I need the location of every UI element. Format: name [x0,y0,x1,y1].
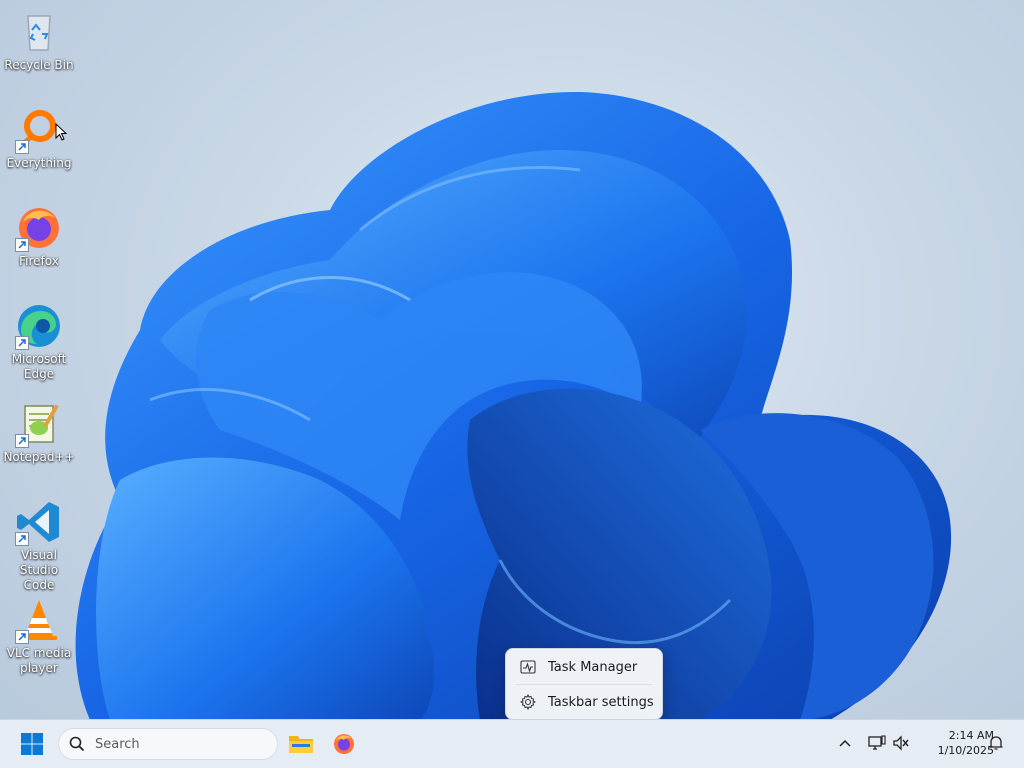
task-manager-icon [520,660,536,674]
taskbar-context-menu: Task Manager Taskbar settings [505,648,663,720]
menu-item-label: Task Manager [548,659,638,675]
gear-icon [520,694,536,710]
desktop-icon-recycle-bin[interactable]: Recycle Bin [3,8,75,73]
search-input[interactable] [93,733,267,755]
mouse-cursor-icon [55,123,67,141]
bell-icon [989,736,1003,750]
taskbar-search-box[interactable] [58,728,278,760]
desktop-icon-firefox[interactable]: Firefox [3,204,75,269]
shortcut-arrow-icon [15,238,29,252]
wallpaper-bloom [75,91,952,720]
taskbar-app-firefox[interactable] [326,728,362,760]
desktop-icon-label: Notepad++ [3,450,75,464]
clock-date: 1/10/2025 [937,744,994,757]
taskbar-clock[interactable]: 2:14 AM 1/10/2025 [918,728,994,758]
menu-item-label: Taskbar settings [548,694,654,710]
desktop-icon-notepad-plus-plus[interactable]: Notepad++ [3,400,75,465]
desktop-icon-label: VLC media player [6,646,72,675]
network-monitor-icon [868,735,886,750]
windows-logo-icon [21,733,43,755]
start-button[interactable] [12,728,52,760]
menu-item-task-manager[interactable]: Task Manager [510,652,658,682]
desktop-icon-microsoft-edge[interactable]: Microsoft Edge [3,302,75,382]
desktop-icon-label: Firefox [19,254,59,268]
chevron-up-icon [839,739,851,747]
vlc-icon [15,596,63,644]
shortcut-arrow-icon [15,532,29,546]
menu-item-taskbar-settings[interactable]: Taskbar settings [510,687,658,717]
volume-button[interactable] [890,732,912,754]
desktop-icon-label: Everything [6,156,72,170]
desktop-icon-label: Visual Studio Code [19,548,59,592]
taskbar: 2:14 AM 1/10/2025 [0,719,1024,768]
recycle-bin-icon [15,8,63,56]
desktop: Recycle Bin Everything Firefox Microsoft… [0,0,1024,720]
desktop-icon-label: Recycle Bin [4,58,74,72]
firefox-icon [334,734,354,754]
speaker-muted-icon [893,735,909,751]
folder-icon [289,736,313,753]
shortcut-arrow-icon [15,336,29,350]
taskbar-app-file-explorer[interactable] [283,728,319,760]
menu-divider [516,684,652,685]
firefox-icon [15,204,63,252]
notepad-plus-plus-icon [15,400,63,448]
notifications-button[interactable] [985,732,1007,754]
shortcut-arrow-icon [15,140,29,154]
vscode-icon [15,498,63,546]
desktop-icon-vlc[interactable]: VLC media player [3,596,75,676]
search-icon [69,736,85,752]
clock-time: 2:14 AM [948,729,994,742]
desktop-icon-vscode[interactable]: Visual Studio Code [3,498,75,593]
show-hidden-icons-button[interactable] [834,732,856,754]
shortcut-arrow-icon [15,630,29,644]
desktop-icon-label: Microsoft Edge [11,352,67,381]
shortcut-arrow-icon [15,434,29,448]
network-status-button[interactable] [866,732,888,754]
edge-icon [15,302,63,350]
